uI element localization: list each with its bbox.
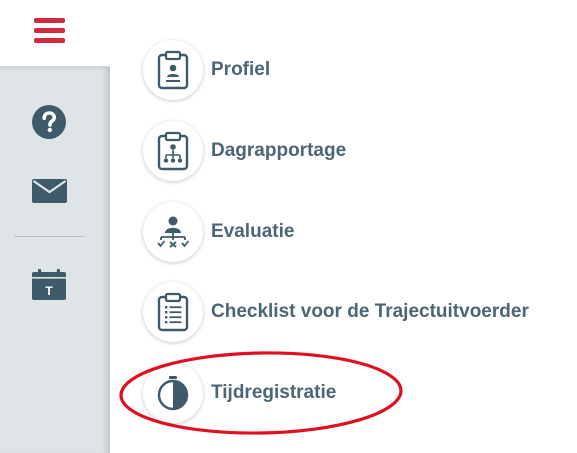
menu-item-dagrapportage[interactable]: Dagrapportage [143, 120, 346, 182]
help-icon[interactable] [31, 104, 67, 140]
menu-item-icon-circle [143, 282, 203, 342]
sidebar: T [0, 0, 110, 453]
app: T Profiel Dagrapportage Evaluatie Checkl… [0, 0, 577, 453]
mail-icon[interactable] [32, 173, 68, 209]
menu-button[interactable] [0, 0, 110, 67]
calendar-icon[interactable]: T [31, 268, 67, 304]
menu-item-icon-circle [143, 121, 203, 181]
menu-item-label: Checklist voor de Trajectuitvoerder [211, 301, 529, 322]
menu-item-label: Dagrapportage [211, 140, 347, 161]
menu-item-checklist[interactable]: Checklist voor de Trajectuitvoerder [143, 281, 529, 343]
clipboard-checklist-icon [157, 292, 189, 332]
calendar-glyph: T [45, 284, 53, 298]
main-menu: Profiel Dagrapportage Evaluatie Checklis… [110, 0, 577, 453]
clipboard-hierarchy-icon [157, 131, 189, 171]
sidebar-divider [14, 236, 85, 237]
clipboard-profile-icon [157, 50, 189, 90]
menu-item-icon-circle [143, 202, 203, 262]
timer-icon [157, 376, 189, 411]
menu-item-label: Tijdregistratie [211, 382, 337, 403]
person-evaluation-icon [157, 216, 190, 248]
menu-item-icon-circle [143, 40, 203, 100]
menu-item-evaluatie[interactable]: Evaluatie [143, 201, 294, 263]
hamburger-menu-icon [34, 18, 65, 44]
menu-item-profiel[interactable]: Profiel [143, 39, 270, 101]
menu-item-label: Evaluatie [211, 221, 295, 242]
menu-item-icon-circle [143, 363, 203, 423]
menu-item-tijdregistratie[interactable]: Tijdregistratie [143, 362, 336, 424]
menu-item-label: Profiel [211, 59, 271, 80]
